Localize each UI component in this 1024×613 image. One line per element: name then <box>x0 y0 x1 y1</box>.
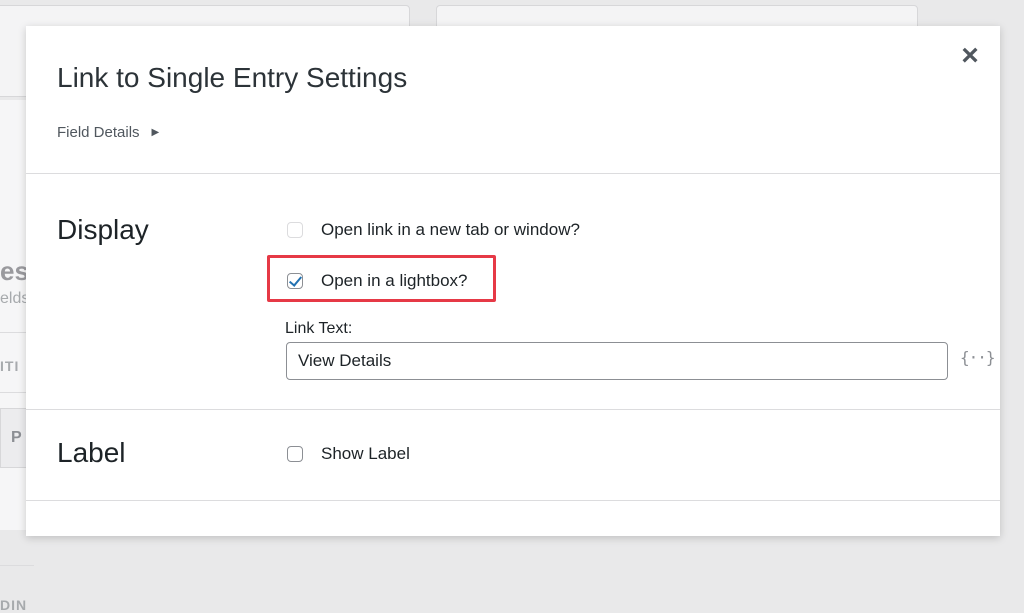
close-icon[interactable]: × <box>956 41 984 71</box>
background-button-label: P <box>11 429 22 446</box>
section-divider <box>26 500 1000 501</box>
background-subtext: elds <box>0 290 30 307</box>
show-label-option[interactable]: Show Label <box>287 444 410 464</box>
background-divider <box>0 565 34 566</box>
display-section-heading: Display <box>57 214 149 245</box>
label-section-heading: Label <box>57 437 126 468</box>
section-divider <box>26 409 1000 410</box>
show-label-checkbox[interactable] <box>287 446 303 462</box>
section-divider <box>26 173 1000 174</box>
background-caption: ITI <box>0 358 20 374</box>
background-caption: DIN <box>0 597 28 613</box>
caret-right-icon: ▶ <box>151 127 160 138</box>
open-new-tab-label: Open link in a new tab or window? <box>321 220 580 239</box>
background-heading: es <box>0 256 29 286</box>
open-new-tab-checkbox[interactable] <box>287 222 303 238</box>
modal-title: Link to Single Entry Settings <box>57 62 408 93</box>
field-details-label: Field Details <box>57 124 140 141</box>
open-new-tab-option[interactable]: Open link in a new tab or window? <box>287 220 580 240</box>
link-text-input[interactable] <box>286 342 948 380</box>
field-details-toggle[interactable]: Field Details ▶ <box>57 124 159 141</box>
highlight-annotation <box>267 255 496 302</box>
link-text-label: Link Text: <box>285 320 353 337</box>
show-label-label: Show Label <box>321 444 410 463</box>
merge-tags-icon[interactable]: {··} <box>960 348 996 367</box>
settings-modal: Link to Single Entry Settings × Field De… <box>26 26 1000 536</box>
